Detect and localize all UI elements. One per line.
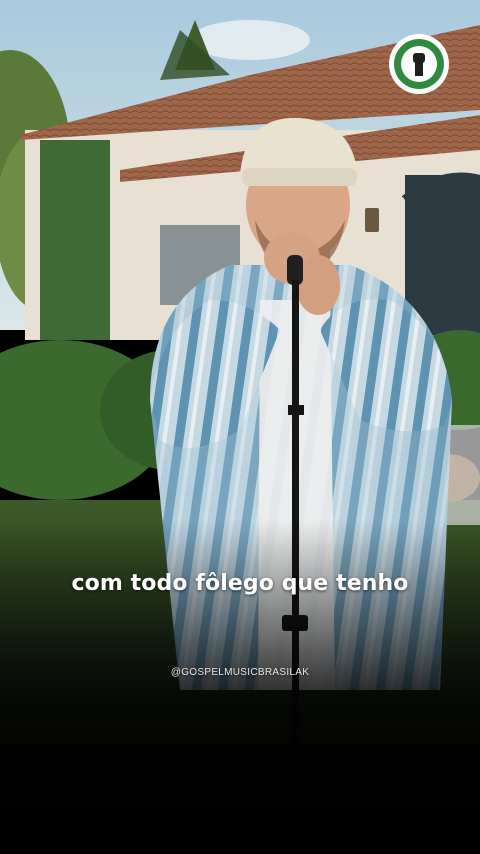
- channel-handle-watermark: @GOSPELMUSICBRASILAK: [170, 667, 310, 678]
- video-scene: [0, 0, 480, 854]
- channel-logo[interactable]: [388, 33, 450, 95]
- lyric-caption: com todo fôlego que tenho: [71, 571, 409, 596]
- video-frame[interactable]: com todo fôlego que tenho @GOSPELMUSICBR…: [0, 0, 480, 854]
